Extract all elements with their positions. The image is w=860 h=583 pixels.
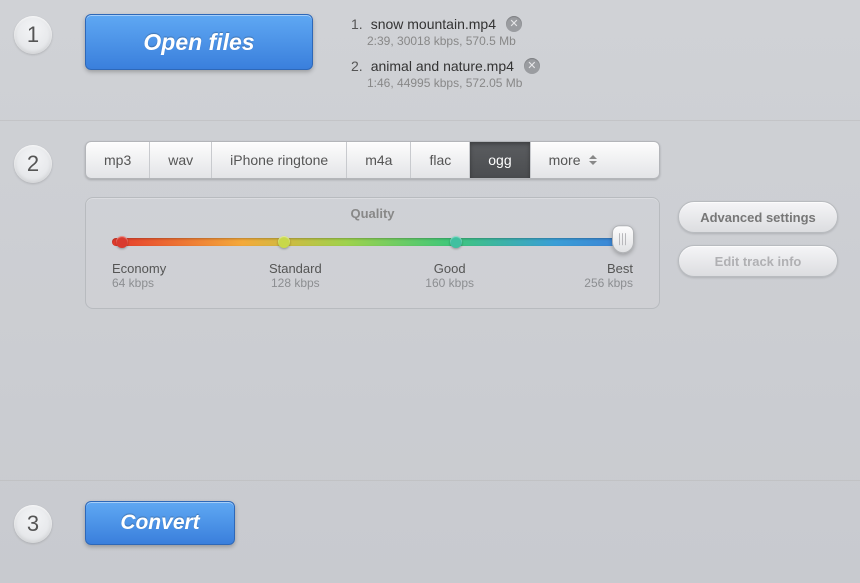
file-number-label: 2. <box>351 58 363 74</box>
quality-label: Good160 kbps <box>421 261 479 290</box>
step-2-badge: 2 <box>14 145 52 183</box>
file-name-label: animal and nature.mp4 <box>371 58 514 74</box>
quality-label-sub: 256 kbps <box>575 276 633 290</box>
format-tab-mp3[interactable]: mp3 <box>86 142 150 178</box>
quality-title: Quality <box>112 206 633 221</box>
file-meta-label: 1:46, 44995 kbps, 572.05 Mb <box>367 76 540 90</box>
format-tabs: mp3waviPhone ringtonem4aflacogg more <box>85 141 660 179</box>
file-item: 2. animal and nature.mp4 ✕ 1:46, 44995 k… <box>351 58 540 90</box>
step-3-badge: 3 <box>14 505 52 543</box>
format-tab-iphone-ringtone[interactable]: iPhone ringtone <box>212 142 347 178</box>
quality-label-sub: 64 kbps <box>112 276 170 290</box>
file-meta-label: 2:39, 30018 kbps, 570.5 Mb <box>367 34 540 48</box>
quality-label-main: Best <box>575 261 633 276</box>
quality-panel: Quality Economy64 kbps Standard128 kbps Go… <box>85 197 660 309</box>
remove-file-icon[interactable]: ✕ <box>506 16 522 32</box>
format-tab-ogg[interactable]: ogg <box>470 142 530 178</box>
advanced-settings-button[interactable]: Advanced settings <box>678 201 838 233</box>
step-1-badge: 1 <box>14 16 52 54</box>
format-tab-wav[interactable]: wav <box>150 142 212 178</box>
file-number-label: 1. <box>351 16 363 32</box>
more-label: more <box>549 152 581 168</box>
file-item: 1. snow mountain.mp4 ✕ 2:39, 30018 kbps,… <box>351 16 540 48</box>
slider-track <box>112 238 633 246</box>
slider-node <box>450 236 462 248</box>
format-tab-more[interactable]: more <box>531 142 615 178</box>
slider-handle[interactable] <box>612 225 634 253</box>
convert-button[interactable]: Convert <box>85 501 235 545</box>
quality-slider[interactable] <box>112 233 633 251</box>
slider-node <box>278 236 290 248</box>
file-list: 1. snow mountain.mp4 ✕ 2:39, 30018 kbps,… <box>351 14 540 100</box>
quality-label: Standard128 kbps <box>266 261 324 290</box>
edit-track-info-button[interactable]: Edit track info <box>678 245 838 277</box>
remove-file-icon[interactable]: ✕ <box>524 58 540 74</box>
format-tab-flac[interactable]: flac <box>411 142 470 178</box>
quality-label-main: Standard <box>266 261 324 276</box>
quality-label: Economy64 kbps <box>112 261 170 290</box>
quality-labels: Economy64 kbps Standard128 kbps Good160 kb… <box>112 261 633 290</box>
file-name-label: snow mountain.mp4 <box>371 16 496 32</box>
chevron-up-down-icon <box>589 155 597 165</box>
quality-label: Best256 kbps <box>575 261 633 290</box>
quality-label-main: Good <box>421 261 479 276</box>
format-tab-m4a[interactable]: m4a <box>347 142 411 178</box>
quality-label-sub: 128 kbps <box>266 276 324 290</box>
open-files-button[interactable]: Open files <box>85 14 313 70</box>
quality-label-sub: 160 kbps <box>421 276 479 290</box>
slider-node <box>116 236 128 248</box>
quality-label-main: Economy <box>112 261 170 276</box>
